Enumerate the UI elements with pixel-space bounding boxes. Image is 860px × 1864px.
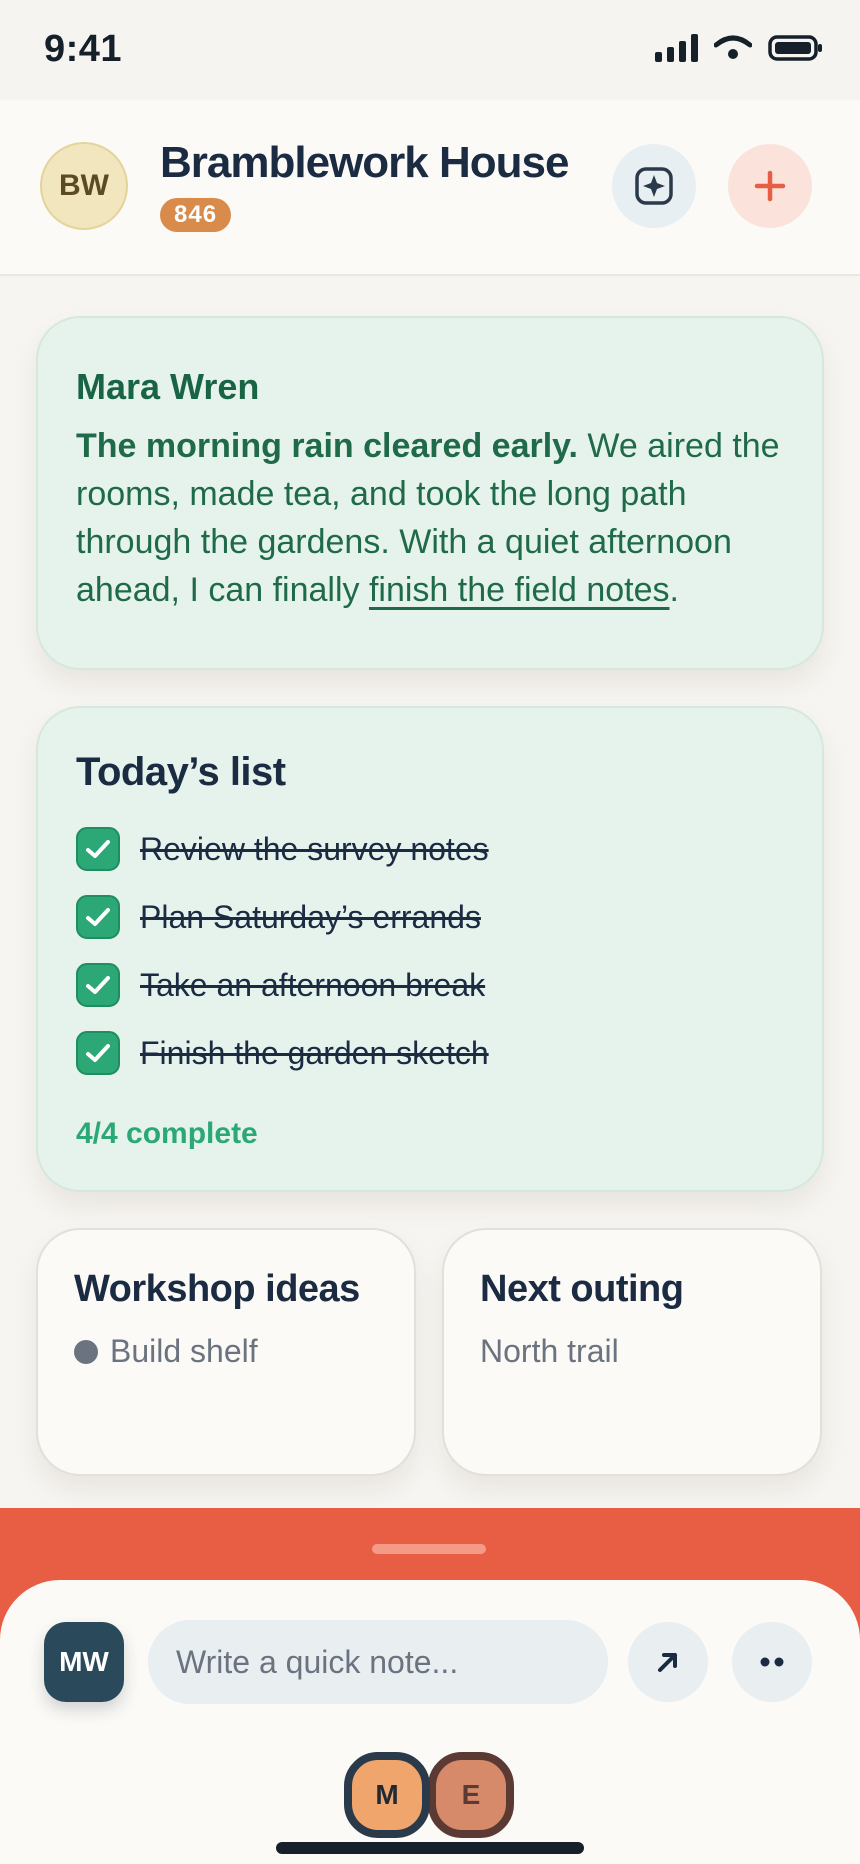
send-button[interactable] xyxy=(628,1622,708,1702)
workshop-item-label: Build shelf xyxy=(110,1333,258,1369)
outing-title: Next outing xyxy=(480,1268,684,1310)
checkbox-checked-icon[interactable] xyxy=(76,895,120,939)
house-count-badge: 846 xyxy=(160,198,232,232)
checkbox-checked-icon[interactable] xyxy=(76,1031,120,1075)
user-avatar[interactable]: MW xyxy=(44,1622,124,1702)
workshop-title: Workshop ideas xyxy=(74,1268,360,1310)
quick-note-input[interactable] xyxy=(148,1620,608,1704)
house-title: Bramblework House xyxy=(160,138,569,187)
more-dots-icon xyxy=(760,1657,784,1667)
note-link[interactable]: finish the field notes xyxy=(369,571,670,609)
arrow-up-right-icon xyxy=(658,1653,677,1672)
workshop-item: Build shelf xyxy=(74,1333,378,1370)
sparkle-button[interactable] xyxy=(612,144,696,228)
checkbox-checked-icon[interactable] xyxy=(76,963,120,1007)
presence-avatar-m[interactable]: M xyxy=(344,1752,430,1838)
workshop-ideas-card[interactable]: Workshop ideas Build shelf xyxy=(36,1228,416,1476)
battery-icon xyxy=(768,35,822,61)
home-indicator xyxy=(276,1842,584,1854)
note-end: . xyxy=(669,571,679,609)
status-bar: 9:41 xyxy=(0,0,860,100)
outing-item: North trail xyxy=(480,1333,619,1369)
todo-item[interactable]: Review the survey notes xyxy=(76,815,784,883)
todo-item[interactable]: Take an afternoon break xyxy=(76,951,784,1019)
todo-label: Review the survey notes xyxy=(140,830,489,867)
checkbox-checked-icon[interactable] xyxy=(76,827,120,871)
note-body: The morning rain cleared early. We aired… xyxy=(76,422,784,614)
plus-icon xyxy=(754,170,786,202)
add-button[interactable] xyxy=(728,144,812,228)
next-outing-card[interactable]: Next outing North trail xyxy=(442,1228,822,1476)
status-time: 9:41 xyxy=(44,28,123,70)
todo-label: Finish the garden sketch xyxy=(140,1034,489,1071)
house-avatar[interactable]: BW xyxy=(40,142,128,230)
presence-avatar-e[interactable]: E xyxy=(428,1752,514,1838)
journal-note-card[interactable]: Mara Wren The morning rain cleared early… xyxy=(36,316,824,670)
status-icons xyxy=(655,34,824,62)
todo-label: Plan Saturday’s errands xyxy=(140,898,481,935)
todo-list-card: Today’s list Review the survey notes Pla… xyxy=(36,706,824,1192)
bullet-dot-icon xyxy=(74,1339,98,1364)
list-progress: 4/4 complete xyxy=(76,1117,258,1150)
signal-icon xyxy=(655,34,698,62)
sparkle-icon xyxy=(635,167,673,205)
note-author: Mara Wren xyxy=(76,366,260,407)
app-header: BW Bramblework House 846 xyxy=(0,100,860,276)
todo-item[interactable]: Finish the garden sketch xyxy=(76,1019,784,1087)
todo-item[interactable]: Plan Saturday’s errands xyxy=(76,883,784,951)
composer-sheet: MW M E xyxy=(0,1580,860,1864)
todo-label: Take an afternoon break xyxy=(140,966,486,1003)
wifi-icon xyxy=(714,35,752,59)
more-button[interactable] xyxy=(732,1622,812,1702)
list-title: Today’s list xyxy=(76,750,286,794)
note-lead: The morning rain cleared early. xyxy=(76,427,578,465)
sheet-grabber[interactable] xyxy=(372,1544,486,1554)
